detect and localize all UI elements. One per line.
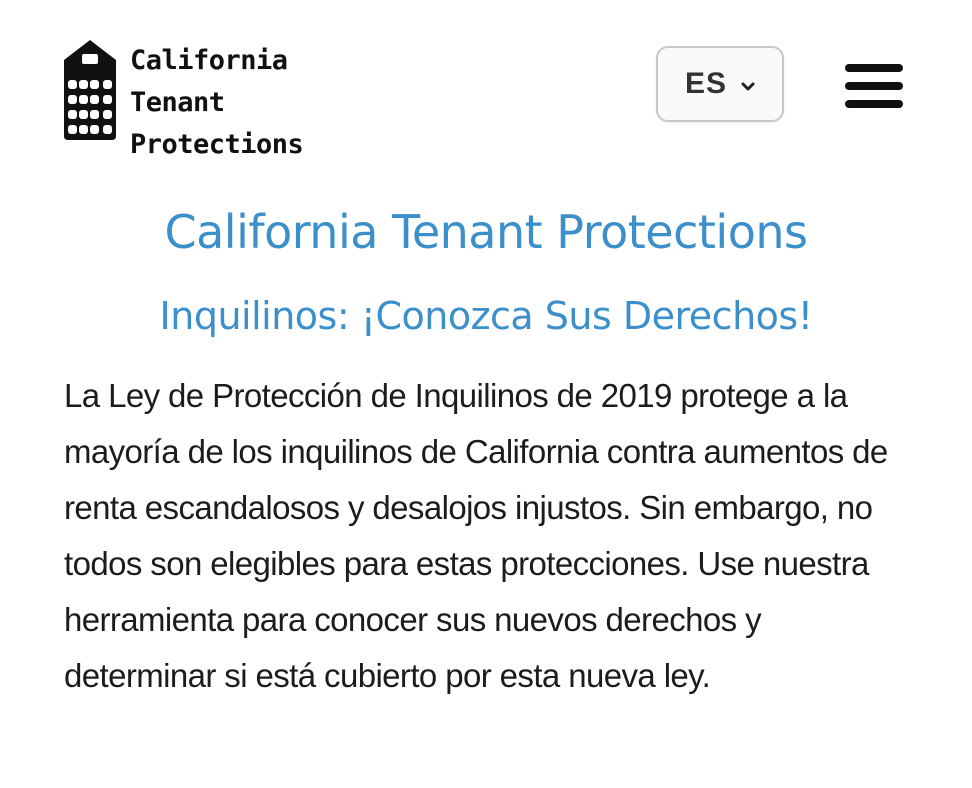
hamburger-menu-icon[interactable] <box>845 64 903 108</box>
site-logo[interactable]: California Tenant Protections <box>64 40 304 166</box>
page-subtitle: Inquilinos: ¡Conozca Sus Derechos! <box>159 294 813 338</box>
intro-paragraph: La Ley de Protección de Inquilinos de 20… <box>64 377 888 694</box>
site-header: California Tenant Protections ES <box>0 0 972 170</box>
building-icon <box>64 40 116 140</box>
logo-text: California Tenant Protections <box>130 40 304 166</box>
logo-line-3: Protections <box>130 129 304 160</box>
chevron-down-icon <box>741 82 755 91</box>
main-content: California Tenant Protections Inquilinos… <box>64 196 908 704</box>
menu-bar-top <box>845 64 903 72</box>
language-selected-value: ES <box>684 67 728 100</box>
page-title: California Tenant Protections <box>164 205 808 259</box>
logo-line-2: Tenant <box>130 87 225 118</box>
logo-line-1: California <box>130 45 288 76</box>
menu-bar-bottom <box>845 100 903 108</box>
menu-bar-middle <box>845 82 903 90</box>
language-select[interactable]: ES <box>656 46 784 122</box>
